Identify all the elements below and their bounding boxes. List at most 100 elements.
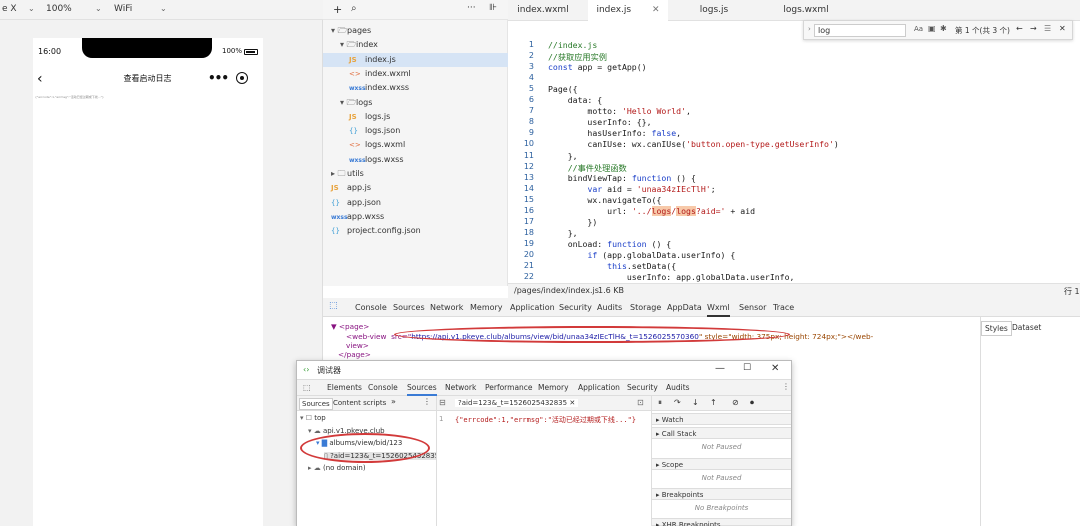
maximize-icon[interactable]: ☐	[743, 363, 751, 373]
tree-item[interactable]: JS index.js	[323, 52, 508, 67]
chevron-down-icon[interactable]: ⌄	[28, 4, 35, 13]
tree-item[interactable]: JS logs.js	[323, 110, 508, 124]
tree-item[interactable]: {} project.config.json	[323, 224, 508, 238]
chevron-down-icon[interactable]: ⌄	[95, 4, 102, 13]
tree-item[interactable]: <> index.wxml	[323, 67, 508, 81]
section-xhr-breakpoints[interactable]: ▸ XHR Breakpoints	[652, 518, 791, 526]
more-vertical-icon[interactable]: ⋮	[423, 397, 431, 406]
inspect-icon[interactable]: ⬚	[303, 383, 311, 392]
tab-trace[interactable]: Trace	[773, 298, 794, 317]
tree-item[interactable]: <> logs.wxml	[323, 138, 508, 152]
tree-item[interactable]: {} app.json	[323, 196, 508, 210]
tab-memory[interactable]: Memory	[470, 298, 503, 317]
tab-security[interactable]: Security	[627, 380, 658, 396]
tree-item-label: pages	[347, 26, 372, 35]
section-watch[interactable]: ▸ Watch	[652, 413, 791, 425]
tab-dataset[interactable]: Dataset	[1012, 323, 1041, 332]
tab-content-scripts[interactable]: Content scripts	[333, 399, 386, 407]
device-select[interactable]: e X	[2, 4, 17, 14]
toggle-debugger-icon[interactable]: ⊡	[637, 398, 644, 407]
regex-icon[interactable]: ✱	[940, 24, 947, 33]
more-vertical-icon[interactable]: ⋮	[782, 382, 790, 391]
tab-logs-wxml[interactable]: logs.wxml	[760, 0, 852, 21]
inspect-icon[interactable]: ⬚	[329, 301, 338, 311]
close-icon[interactable]: ✕	[652, 5, 660, 15]
section-breakpoints[interactable]: ▸ Breakpoints	[652, 488, 791, 500]
match-case-toggle[interactable]: Aa	[914, 25, 923, 33]
tab-index-wxml[interactable]: index.wxml	[508, 0, 578, 21]
tree-item[interactable]: ▾ 🗁index	[323, 38, 508, 52]
tree-item[interactable]: JS app.js	[323, 181, 508, 195]
tab-network[interactable]: Network	[430, 298, 463, 317]
line-number: 7	[528, 106, 534, 116]
close-capsule-icon[interactable]	[236, 72, 248, 84]
xml-page-open[interactable]: ▼ <page>	[331, 322, 369, 331]
more-dots-icon[interactable]: •••	[208, 71, 229, 85]
chevron-down-icon[interactable]: ⌄	[160, 4, 167, 13]
section-call-stack[interactable]: ▸ Call Stack	[652, 427, 791, 439]
close-icon[interactable]: ✕	[771, 363, 779, 374]
chevron-right-icon[interactable]: ›	[808, 25, 811, 33]
add-icon[interactable]: +	[333, 3, 342, 16]
zoom-select[interactable]: 100%	[46, 4, 72, 14]
deactivate-breakpoints-icon[interactable]: ⊘	[732, 398, 739, 407]
pause-on-exceptions-icon[interactable]: ⏺	[750, 398, 754, 408]
tab-logs-js[interactable]: logs.js	[668, 0, 760, 21]
more-icon[interactable]: ···	[467, 3, 476, 13]
battery-percent: 100%	[222, 47, 243, 55]
tab-memory[interactable]: Memory	[538, 380, 569, 396]
selection-icon[interactable]: ☰	[1044, 24, 1051, 33]
search-input[interactable]: log	[814, 24, 906, 37]
tab-console[interactable]: Console	[368, 380, 398, 396]
arrow-right-icon[interactable]: →	[1030, 24, 1037, 33]
whole-word-icon[interactable]: ▣	[928, 24, 936, 33]
minimize-icon[interactable]: —	[715, 363, 725, 374]
line-number: 4	[528, 73, 534, 83]
tab-application[interactable]: Application	[510, 298, 555, 317]
search-icon[interactable]: ⌕	[351, 3, 357, 14]
file-tab[interactable]: ?aid=123&_t=1526025432835 ✕	[455, 399, 579, 407]
tab-sources[interactable]: Sources	[407, 380, 437, 396]
wxss-file-icon: wxss	[349, 156, 366, 164]
tab-sensor[interactable]: Sensor	[739, 298, 766, 317]
tree-item[interactable]: ▾ 🗁logs	[323, 96, 508, 110]
tab-wxml[interactable]: Wxml	[707, 298, 730, 317]
split-icon[interactable]: ⊪	[489, 3, 497, 13]
step-into-icon[interactable]: ↓	[692, 398, 699, 407]
tab-console[interactable]: Console	[355, 298, 387, 317]
tab-network[interactable]: Network	[445, 380, 476, 396]
source-tree-item[interactable]: ▾ ☐ top	[300, 414, 326, 422]
section-scope[interactable]: ▸ Scope	[652, 458, 791, 470]
close-icon[interactable]: ✕	[1059, 24, 1066, 33]
tree-item[interactable]: ▸ 🗀utils	[323, 167, 508, 181]
tab-audits[interactable]: Audits	[666, 380, 690, 396]
step-over-icon[interactable]: ↷	[674, 398, 681, 407]
pause-icon[interactable]: ⏸	[658, 398, 662, 408]
network-select[interactable]: WiFi	[114, 4, 132, 14]
tree-item[interactable]: wxssapp.wxss	[323, 210, 508, 224]
toggle-navigator-icon[interactable]: ⊟	[439, 398, 446, 407]
source-tree-item[interactable]: ▸ ☁ (no domain)	[308, 464, 366, 472]
tree-item[interactable]: ▾ 🗁pages	[323, 24, 508, 38]
response-content[interactable]: {"errcode":1,"errmsg":"活动已经过期或下线..."}	[455, 415, 636, 425]
tab-index-js[interactable]: index.js ✕	[588, 0, 668, 21]
tab-sources[interactable]: Sources	[393, 298, 425, 317]
tab-appdata[interactable]: AppData	[667, 298, 702, 317]
tab-performance[interactable]: Performance	[485, 380, 533, 396]
tab-audits[interactable]: Audits	[597, 298, 622, 317]
tree-item[interactable]: {} logs.json	[323, 124, 508, 138]
close-icon[interactable]: ✕	[569, 399, 575, 407]
step-out-icon[interactable]: ↑	[710, 398, 717, 407]
back-arrow-icon[interactable]: ‹	[37, 71, 43, 87]
tab-styles[interactable]: Styles	[981, 321, 1012, 336]
arrow-left-icon[interactable]: ←	[1016, 24, 1023, 33]
tree-item-label: project.config.json	[347, 226, 421, 236]
tab-application[interactable]: Application	[578, 380, 620, 396]
tree-item[interactable]: wxsslogs.wxss	[323, 153, 508, 167]
more-tabs-icon[interactable]: »	[391, 397, 396, 406]
tab-sources[interactable]: Sources	[299, 398, 333, 410]
tree-item[interactable]: wxssindex.wxss	[323, 81, 508, 95]
tab-security[interactable]: Security	[559, 298, 592, 317]
tab-storage[interactable]: Storage	[630, 298, 661, 317]
tab-elements[interactable]: Elements	[327, 380, 362, 396]
